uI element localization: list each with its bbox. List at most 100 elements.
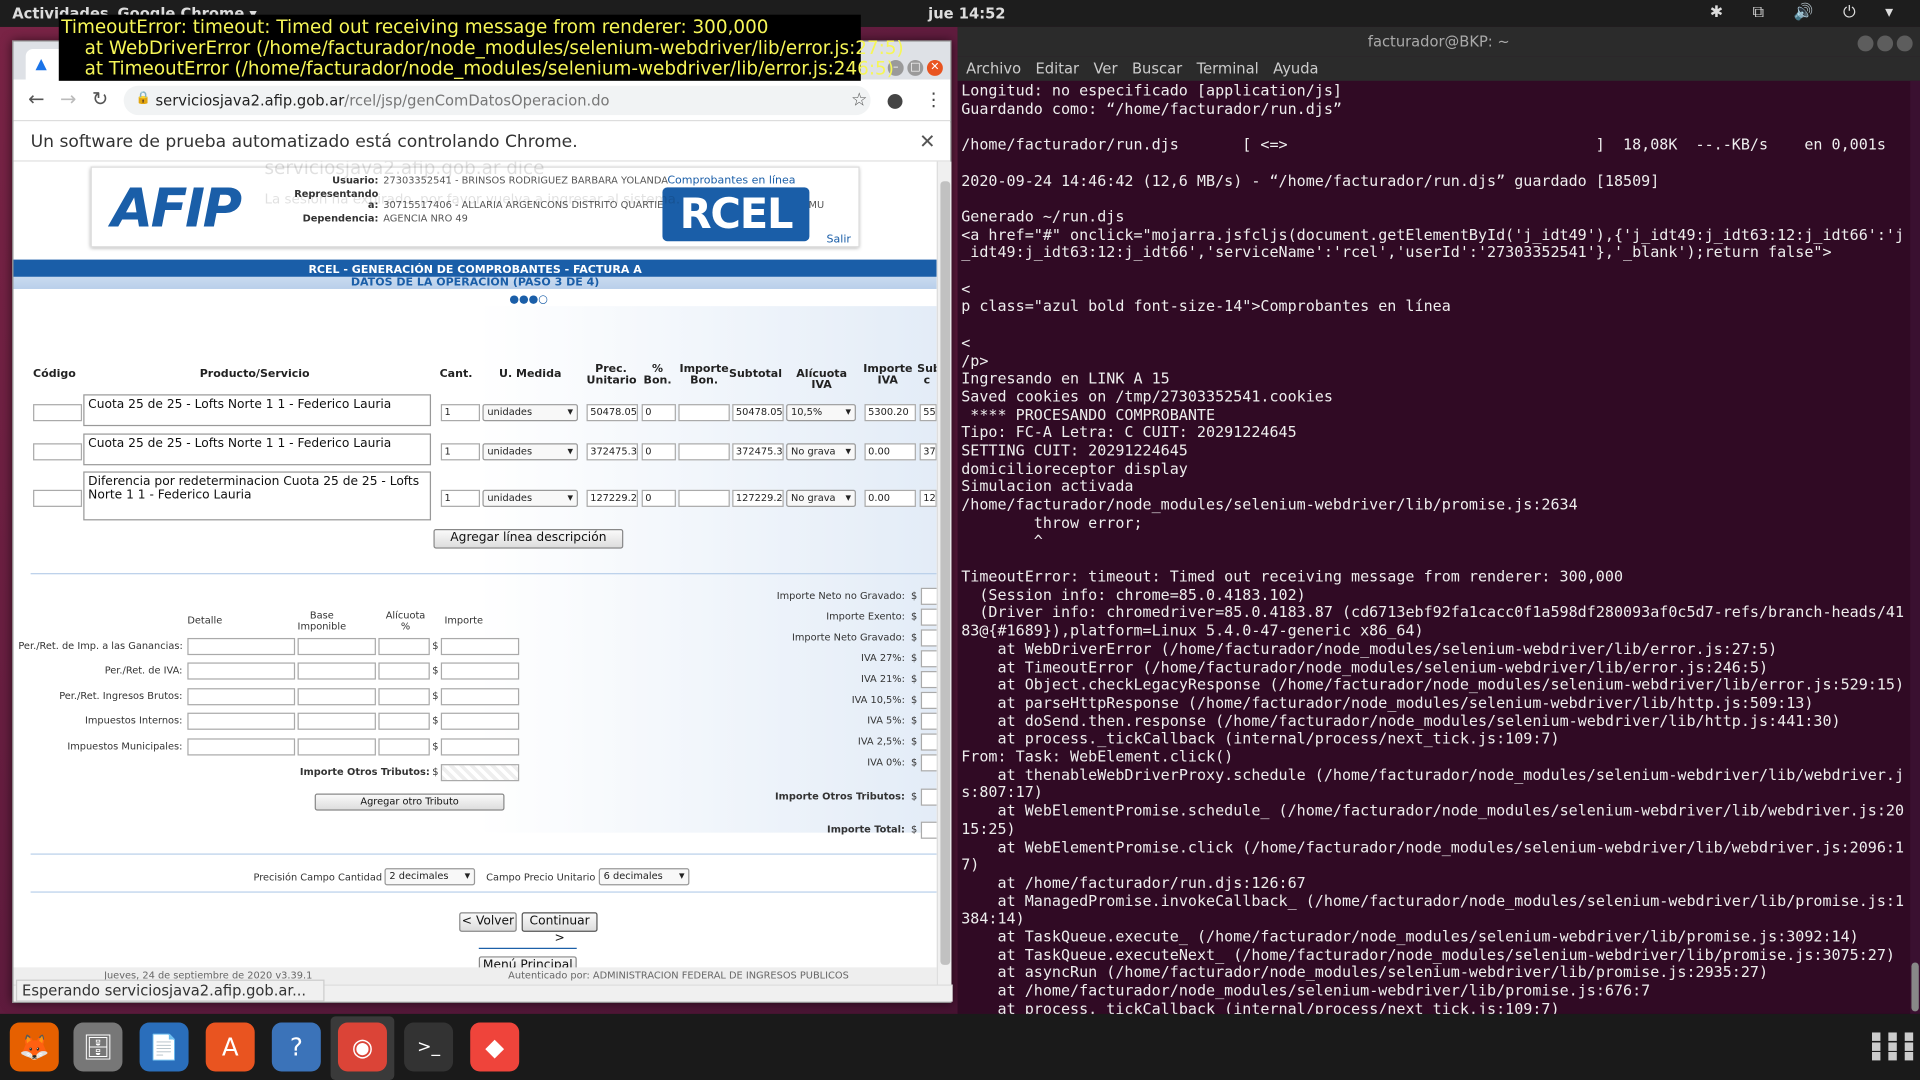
trib-alicuota-input[interactable] xyxy=(378,688,430,706)
terminal-scrollbar[interactable] xyxy=(1910,80,1920,1014)
banner-title: RCEL - GENERACIÓN DE COMPROBANTES - FACT… xyxy=(13,264,937,277)
close-icon[interactable]: ✕ xyxy=(926,60,943,76)
subtotal-field[interactable]: 50478.05 xyxy=(732,404,784,422)
trib-importe-input[interactable] xyxy=(440,738,520,756)
alicuota-select[interactable]: No grava xyxy=(786,443,856,461)
show-apps-icon[interactable]: ■ ■ ■ ■ ■ ■ ■ ■ ■ xyxy=(1871,1032,1915,1063)
scrollbar-thumb[interactable] xyxy=(940,181,951,965)
system-tray[interactable]: ✱ ⧉ 🔊 ⏻ ▾ xyxy=(1710,4,1906,22)
precio-input[interactable]: 372475.3 xyxy=(586,443,638,461)
trib-base-input[interactable] xyxy=(297,662,376,680)
trib-base-input[interactable] xyxy=(297,738,376,756)
continuar-button[interactable]: Continuar > xyxy=(521,912,598,945)
total-iva0-label: IVA 0%: xyxy=(867,756,905,768)
unidad-select[interactable]: unidades xyxy=(482,404,578,422)
terminal-icon[interactable]: >_ xyxy=(404,1022,454,1072)
alicuota-select[interactable]: No grava xyxy=(786,489,856,507)
cantidad-input[interactable]: 1 xyxy=(440,443,481,461)
importe-iva-field[interactable]: 0.00 xyxy=(864,489,916,507)
codigo-input[interactable] xyxy=(33,489,83,507)
cantidad-input[interactable]: 1 xyxy=(440,404,481,422)
cantidad-input[interactable]: 1 xyxy=(440,489,481,507)
trib-importe-input[interactable] xyxy=(440,688,520,706)
descripcion-textarea[interactable]: Cuota 25 de 25 - Lofts Norte 1 1 - Feder… xyxy=(83,394,432,427)
writer-icon[interactable]: 📄 xyxy=(139,1022,189,1072)
bookmark-star-icon[interactable]: ☆ xyxy=(851,88,867,110)
codigo-input[interactable] xyxy=(33,404,83,422)
volver-button[interactable]: < Volver xyxy=(459,912,517,932)
software-icon[interactable]: A xyxy=(205,1022,255,1072)
subtotal-c-field[interactable]: 372 xyxy=(919,443,937,461)
profile-icon[interactable]: ● xyxy=(887,88,904,111)
maximize-icon[interactable]: □ xyxy=(907,60,924,76)
precision-cantidad-select[interactable]: 2 decimales xyxy=(384,868,476,886)
trib-col-importe: Importe xyxy=(444,614,484,626)
trib-ganancias-label: Per./Ret. de Imp. a las Ganancias: xyxy=(18,640,183,652)
terminal-menubar[interactable]: Archivo Editar Ver Buscar Terminal Ayuda xyxy=(957,56,1920,81)
bonif-input[interactable]: 0 xyxy=(641,443,676,461)
infobar-close-icon[interactable]: ✕ xyxy=(919,122,935,161)
files-icon[interactable]: 🗄 xyxy=(73,1022,123,1072)
chrome-icon[interactable]: ◉ xyxy=(337,1022,387,1072)
subtotal-field[interactable]: 372475.30 xyxy=(732,443,784,461)
terminal-scroll-thumb[interactable] xyxy=(1911,962,1919,1012)
importe-iva-field[interactable]: 5300.20 xyxy=(864,404,916,422)
error-line: at TimeoutError (/home/facturador/node_m… xyxy=(61,57,894,80)
col-bon: % Bon. xyxy=(643,363,672,387)
trib-alicuota-input[interactable] xyxy=(378,637,430,656)
terminal-output[interactable]: Longitud: no especificado [application/j… xyxy=(961,82,1911,1036)
total-field xyxy=(920,691,937,709)
trib-detalle-input[interactable] xyxy=(187,662,296,680)
importe-bonif-input[interactable] xyxy=(678,404,730,422)
trib-base-input[interactable] xyxy=(297,688,376,706)
anydesk-icon[interactable]: ◆ xyxy=(470,1022,520,1072)
importe-bonif-input[interactable] xyxy=(678,489,730,507)
trib-importe-input[interactable] xyxy=(440,637,520,656)
add-line-button[interactable]: Agregar línea descripción xyxy=(433,528,624,549)
minimize-icon[interactable] xyxy=(1857,35,1874,52)
precio-input[interactable]: 127229.27 xyxy=(586,489,638,507)
clock[interactable]: jue 14:52 xyxy=(928,5,1005,22)
trib-detalle-input[interactable] xyxy=(187,637,296,656)
descripcion-textarea[interactable]: Cuota 25 de 25 - Lofts Norte 1 1 - Feder… xyxy=(83,433,432,466)
codigo-input[interactable] xyxy=(33,443,83,461)
importe-iva-field[interactable]: 0.00 xyxy=(864,443,916,461)
back-icon[interactable]: ← xyxy=(28,87,44,110)
trib-alicuota-input[interactable] xyxy=(378,738,430,756)
help-icon[interactable]: ? xyxy=(271,1022,321,1072)
url-host: serviciosjava2.afip.gob.ar xyxy=(155,91,345,109)
forward-icon[interactable]: → xyxy=(60,87,76,110)
precision-unitario-select[interactable]: 6 decimales xyxy=(598,868,690,886)
subtotal-c-field[interactable]: 557 xyxy=(919,404,937,422)
bonif-input[interactable]: 0 xyxy=(641,489,676,507)
trib-alicuota-input[interactable] xyxy=(378,712,430,730)
bonif-input[interactable]: 0 xyxy=(641,404,676,422)
trib-base-input[interactable] xyxy=(297,637,376,656)
close-icon[interactable] xyxy=(1896,35,1913,52)
precio-input[interactable]: 50478.054 xyxy=(586,404,638,422)
trib-importe-input[interactable] xyxy=(440,712,520,730)
trib-detalle-input[interactable] xyxy=(187,738,296,756)
descripcion-textarea[interactable]: Diferencia por redeterminacion Cuota 25 … xyxy=(83,471,432,521)
chrome-menu-icon[interactable]: ⋮ xyxy=(924,88,942,110)
url-field[interactable]: serviciosjava2.afip.gob.ar/rcel/jsp/genC… xyxy=(123,85,871,116)
vertical-scrollbar[interactable] xyxy=(936,161,952,985)
add-tributo-button[interactable]: Agregar otro Tributo xyxy=(314,793,505,811)
firefox-icon[interactable]: 🦊 xyxy=(9,1022,59,1072)
trib-detalle-input[interactable] xyxy=(187,688,296,706)
salir-link[interactable]: Salir xyxy=(827,234,851,246)
importe-bonif-input[interactable] xyxy=(678,443,730,461)
lock-icon[interactable]: 🔒 xyxy=(136,92,151,105)
maximize-icon[interactable] xyxy=(1877,35,1894,52)
reload-icon[interactable]: ↻ xyxy=(92,87,108,110)
trib-detalle-input[interactable] xyxy=(187,712,296,730)
trib-base-input[interactable] xyxy=(297,712,376,730)
trib-alicuota-input[interactable] xyxy=(378,662,430,680)
total-field xyxy=(920,671,937,689)
alicuota-select[interactable]: 10,5% xyxy=(786,404,856,422)
trib-importe-input[interactable] xyxy=(440,662,520,680)
subtotal-c-field[interactable]: 127 xyxy=(919,489,937,507)
unidad-select[interactable]: unidades xyxy=(482,489,578,507)
unidad-select[interactable]: unidades xyxy=(482,443,578,461)
subtotal-field[interactable]: 127229.27 xyxy=(732,489,784,507)
